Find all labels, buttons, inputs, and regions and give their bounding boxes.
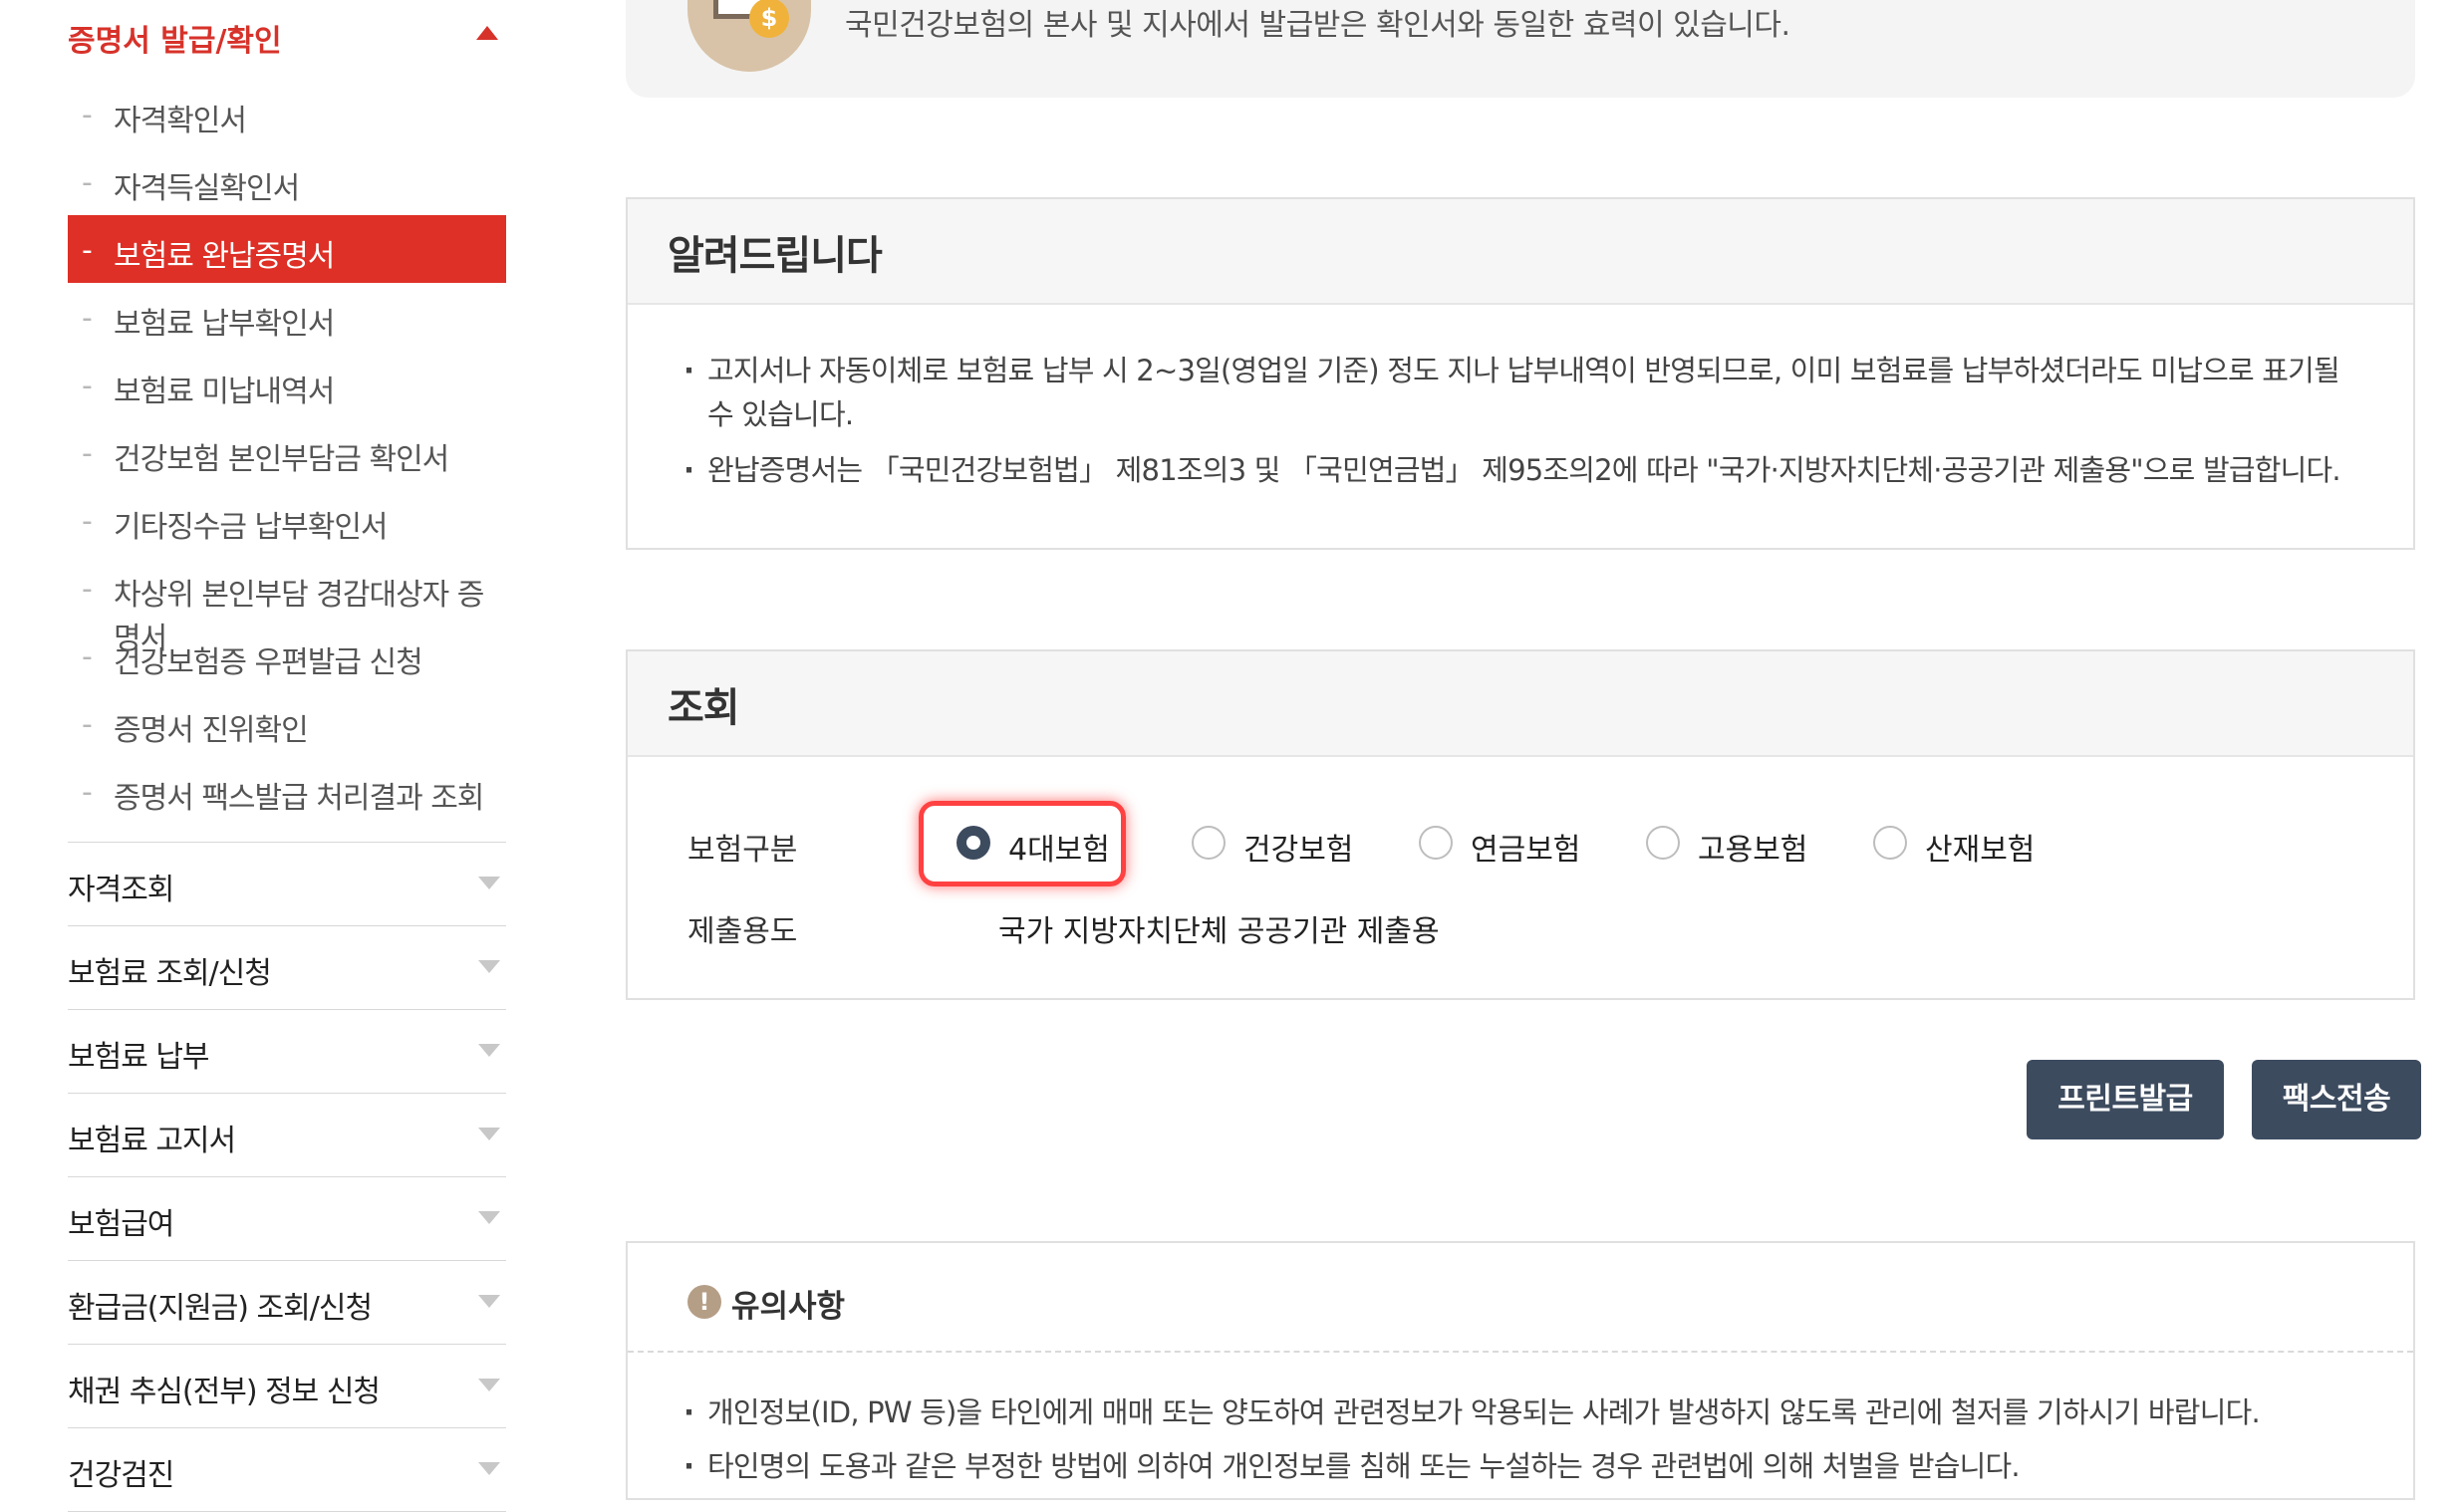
menu-label[interactable]: 건강검진 <box>68 1450 174 1494</box>
radio-circle-selected[interactable] <box>957 826 990 860</box>
menu-label[interactable]: 보험료 고지서 <box>68 1116 236 1159</box>
submenu-item-active[interactable]: - 보험료 완납증명서 <box>68 215 506 283</box>
menu-item[interactable]: 채권 추심(전부) 정보 신청 <box>68 1345 506 1428</box>
submenu-label[interactable]: 자격득실확인서 <box>114 163 300 207</box>
radio-label[interactable]: 4대보험 <box>1008 825 1110 869</box>
submenu-label[interactable]: 건강보험 본인부담금 확인서 <box>114 434 449 478</box>
lookup-panel: 조회 보험구분 4대보험 건강보험 연금보험 고용보험 산재보험 제출용도 국가… <box>626 649 2415 1000</box>
submenu-label[interactable]: 보험료 완납증명서 <box>114 231 335 275</box>
caution-bullet: 타인명의 도용과 같은 부정한 방법에 의하여 개인정보를 침해 또는 누설하는… <box>684 1444 2353 1488</box>
chevron-down-icon[interactable] <box>478 1128 500 1140</box>
fax-send-button[interactable]: 팩스전송 <box>2252 1060 2421 1139</box>
radio-circle[interactable] <box>1873 826 1907 860</box>
print-issue-button[interactable]: 프린트발급 <box>2027 1060 2224 1139</box>
caution-panel: ! 유의사항 개인정보(ID, PW 등)을 타인에게 매매 또는 양도하여 관… <box>626 1241 2415 1500</box>
notice-header: 알려드립니다 <box>628 199 2413 305</box>
chevron-down-icon[interactable] <box>478 960 500 973</box>
submenu-item[interactable]: - 건강보험 본인부담금 확인서 <box>68 418 506 486</box>
submenu-item[interactable]: - 보험료 미납내역서 <box>68 351 506 418</box>
section-title[interactable]: 증명서 발급/확인 <box>68 16 282 60</box>
dash-icon: - <box>82 369 93 403</box>
menu-label[interactable]: 보험료 납부 <box>68 1032 210 1076</box>
menu-label[interactable]: 채권 추심(전부) 정보 신청 <box>68 1367 381 1410</box>
menu-list: 자격조회 보험료 조회/신청 보험료 납부 보험료 고지서 보험급여 환급금(지… <box>68 842 506 1512</box>
submenu-item[interactable]: - 증명서 진위확인 <box>68 689 506 757</box>
chevron-up-icon[interactable] <box>476 26 498 40</box>
purpose-value: 국가 지방자치단체 공공기관 제출용 <box>998 914 1440 949</box>
dash-icon: - <box>82 504 93 539</box>
chevron-down-icon[interactable] <box>478 877 500 889</box>
menu-label[interactable]: 환급금(지원금) 조회/신청 <box>68 1283 373 1327</box>
menu-item[interactable]: 건강검진 <box>68 1428 506 1512</box>
menu-item[interactable]: 보험급여 <box>68 1177 506 1261</box>
notice-bullet: 고지서나 자동이체로 보험료 납부 시 2~3일(영업일 기준) 정도 지나 납… <box>684 349 2353 436</box>
chevron-down-icon[interactable] <box>478 1295 500 1308</box>
radio-circle[interactable] <box>1419 826 1453 860</box>
submenu-label[interactable]: 보험료 미납내역서 <box>114 367 335 410</box>
chevron-down-icon[interactable] <box>478 1211 500 1224</box>
submenu-item[interactable]: - 기타징수금 납부확인서 <box>68 486 506 554</box>
menu-item[interactable]: 환급금(지원금) 조회/신청 <box>68 1261 506 1345</box>
radio-label[interactable]: 산재보험 <box>1925 825 2035 869</box>
exclamation-icon: ! <box>687 1285 721 1319</box>
caution-header: ! 유의사항 <box>628 1243 2413 1353</box>
caution-bullet: 개인정보(ID, PW 등)을 타인에게 매매 또는 양도하여 관련정보가 악용… <box>684 1390 2353 1434</box>
purpose-label: 제출용도 <box>687 914 798 949</box>
caution-body: 개인정보(ID, PW 등)을 타인에게 매매 또는 양도하여 관련정보가 악용… <box>684 1390 2353 1498</box>
dash-icon: - <box>82 707 93 742</box>
chevron-down-icon[interactable] <box>478 1044 500 1057</box>
submenu-item[interactable]: - 증명서 팩스발급 처리결과 조회 <box>68 757 506 825</box>
submenu-label[interactable]: 기타징수금 납부확인서 <box>114 502 389 546</box>
submenu-label[interactable]: 증명서 팩스발급 처리결과 조회 <box>114 773 484 817</box>
submenu-item[interactable]: - 차상위 본인부담 경감대상자 증명서 <box>68 554 506 656</box>
dash-icon: - <box>82 301 93 336</box>
section-header[interactable]: 증명서 발급/확인 <box>68 12 506 62</box>
radio-label[interactable]: 고용보험 <box>1698 825 1807 869</box>
radio-label[interactable]: 연금보험 <box>1471 825 1580 869</box>
dash-icon: - <box>82 572 93 607</box>
menu-label[interactable]: 보험료 조회/신청 <box>68 948 272 992</box>
insurance-type-label: 보험구분 <box>687 833 798 868</box>
menu-item[interactable]: 보험료 납부 <box>68 1010 506 1094</box>
notice-bullet: 완납증명서는 「국민건강보험법」 제81조의3 및 「국민연금법」 제95조의2… <box>684 448 2353 492</box>
info-banner-text: 국민건강보험의 본사 및 지사에서 발급받은 확인서와 동일한 효력이 있습니다… <box>845 8 1790 43</box>
caution-title: 유의사항 <box>731 1289 846 1325</box>
coin-shape: $ <box>749 0 789 38</box>
menu-label[interactable]: 보험급여 <box>68 1199 174 1243</box>
menu-item[interactable]: 자격조회 <box>68 843 506 926</box>
notice-title: 알려드립니다 <box>668 233 883 279</box>
submenu-label[interactable]: 증명서 진위확인 <box>114 705 309 749</box>
submenu-item[interactable]: - 건강보험증 우편발급 신청 <box>68 622 506 689</box>
dash-icon: - <box>82 98 93 132</box>
radio-circle[interactable] <box>1646 826 1680 860</box>
info-banner: $ 국민건강보험의 본사 및 지사에서 발급받은 확인서와 동일한 효력이 있습… <box>626 0 2415 98</box>
menu-label[interactable]: 자격조회 <box>68 865 174 908</box>
submenu-label[interactable]: 보험료 납부확인서 <box>114 299 335 343</box>
notice-body: 고지서나 자동이체로 보험료 납부 시 2~3일(영업일 기준) 정도 지나 납… <box>684 349 2353 504</box>
submenu-item[interactable]: - 자격득실확인서 <box>68 147 506 215</box>
chevron-down-icon[interactable] <box>478 1379 500 1391</box>
dash-icon: - <box>82 775 93 810</box>
menu-item[interactable]: 보험료 고지서 <box>68 1094 506 1177</box>
submenu-list: - 자격확인서 - 자격득실확인서 - 보험료 완납증명서 - 보험료 납부확인서 -보… <box>68 80 506 825</box>
submenu-label[interactable]: 건강보험증 우편발급 신청 <box>114 637 423 681</box>
dash-icon: - <box>82 233 93 268</box>
lookup-header: 조회 <box>628 651 2413 757</box>
submenu-item[interactable]: - 자격확인서 <box>68 80 506 147</box>
lookup-title: 조회 <box>668 685 740 731</box>
dash-icon: - <box>82 436 93 471</box>
submenu-label[interactable]: 자격확인서 <box>114 96 247 139</box>
dash-icon: - <box>82 639 93 674</box>
submenu-item[interactable]: - 보험료 납부확인서 <box>68 283 506 351</box>
menu-item[interactable]: 보험료 조회/신청 <box>68 926 506 1010</box>
dash-icon: - <box>82 165 93 200</box>
radio-label[interactable]: 건강보험 <box>1243 825 1353 869</box>
radio-circle[interactable] <box>1192 826 1226 860</box>
computer-coin-icon: $ <box>687 0 811 72</box>
notice-panel: 알려드립니다 고지서나 자동이체로 보험료 납부 시 2~3일(영업일 기준) … <box>626 197 2415 550</box>
chevron-down-icon[interactable] <box>478 1462 500 1475</box>
